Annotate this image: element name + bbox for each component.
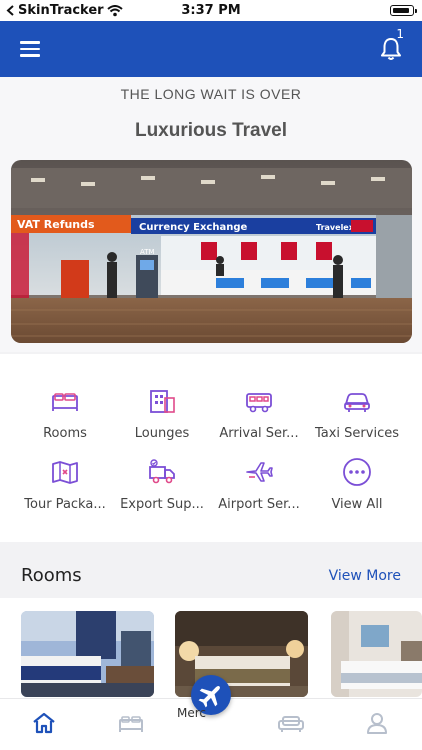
map-icon xyxy=(52,461,78,484)
currency-exchange-sign: Currency Exchange xyxy=(139,222,248,233)
van-icon xyxy=(246,393,272,413)
service-airport[interactable]: Airport Ser... xyxy=(209,457,309,512)
fab-label: Merc xyxy=(177,706,207,720)
bed-icon[interactable] xyxy=(118,711,144,735)
service-tour-packages[interactable]: Tour Packa... xyxy=(15,457,115,512)
services-grid: Rooms Lounges Arrival Ser... Taxi Servic… xyxy=(0,354,422,542)
service-label: Rooms xyxy=(43,426,87,441)
status-bar: SkinTracker 3:37 PM xyxy=(0,0,422,21)
service-arrival[interactable]: Arrival Ser... xyxy=(209,386,309,441)
travelex-sign: Travelex xyxy=(316,223,355,232)
building-icon xyxy=(150,390,175,413)
view-more-link[interactable]: View More xyxy=(329,568,401,584)
vat-refunds-sign: VAT Refunds xyxy=(17,218,95,231)
airport-currency-exchange-image: VAT Refunds Currency Exchange Travelex A… xyxy=(11,160,412,343)
home-icon[interactable] xyxy=(31,711,57,735)
truck-icon xyxy=(149,459,175,484)
sofa-icon[interactable] xyxy=(278,711,304,735)
airplane-icon xyxy=(246,462,273,482)
notification-badge: 1 xyxy=(396,27,404,41)
app-bar: 1 xyxy=(0,21,422,77)
car-icon xyxy=(344,393,370,412)
menu-icon[interactable] xyxy=(20,41,40,57)
service-label: Airport Ser... xyxy=(218,497,300,512)
service-lounges[interactable]: Lounges xyxy=(112,386,212,441)
service-label: Export Sup... xyxy=(120,497,204,512)
service-view-all[interactable]: View All xyxy=(307,457,407,512)
battery-icon xyxy=(390,5,414,16)
service-label: Arrival Ser... xyxy=(219,426,299,441)
more-icon xyxy=(343,458,371,486)
hero-title: Luxurious Travel xyxy=(134,120,288,141)
profile-icon[interactable] xyxy=(364,711,390,735)
room-card[interactable] xyxy=(21,611,154,697)
rooms-title: Rooms xyxy=(21,565,82,586)
service-rooms[interactable]: Rooms xyxy=(15,386,115,441)
service-label: Lounges xyxy=(134,426,190,441)
service-taxi[interactable]: Taxi Services xyxy=(307,386,407,441)
service-export-support[interactable]: Export Sup... xyxy=(112,457,212,512)
rooms-section-header: Rooms View More xyxy=(0,553,422,597)
hero-tagline: THE LONG WAIT IS OVER xyxy=(120,86,302,102)
service-label: Taxi Services xyxy=(314,426,399,441)
atm-sign: ATM xyxy=(140,248,155,256)
room-card[interactable] xyxy=(331,611,422,697)
service-label: View All xyxy=(331,497,383,512)
service-label: Tour Packa... xyxy=(24,497,106,512)
hero-section: THE LONG WAIT IS OVER Luxurious Travel V… xyxy=(0,77,422,352)
bed-icon xyxy=(52,393,78,411)
status-time: 3:37 PM xyxy=(181,3,241,18)
